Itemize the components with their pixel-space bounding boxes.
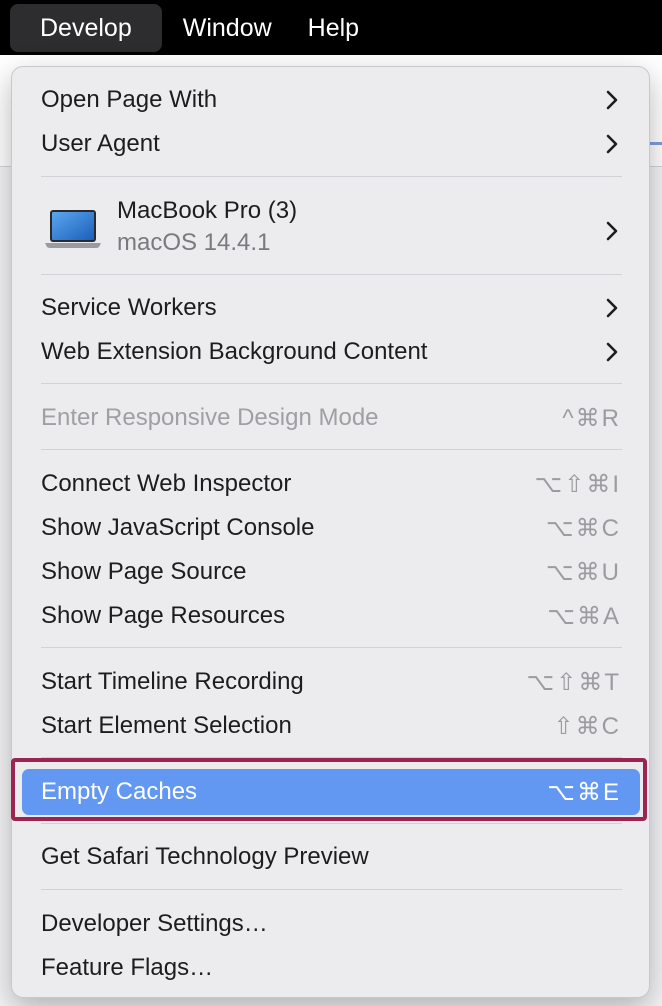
menu-item-user-agent[interactable]: User Agent (22, 123, 640, 165)
highlight-annotation-box (11, 758, 647, 821)
device-name: MacBook Pro (3) (117, 197, 298, 224)
menu-item-show-javascript-console[interactable]: Show JavaScript Console ⌥⌘C (22, 507, 640, 549)
separator (41, 176, 622, 177)
laptop-icon (45, 210, 101, 248)
menu-item-label: Enter Responsive Design Mode (41, 404, 379, 431)
menu-item-connect-web-inspector[interactable]: Connect Web Inspector ⌥⇧⌘I (22, 463, 640, 505)
separator (41, 449, 622, 450)
background-accent (648, 142, 662, 145)
menu-item-responsive-design-mode: Enter Responsive Design Mode ^⌘R (22, 397, 640, 439)
menu-item-device[interactable]: MacBook Pro (3) macOS 14.4.1 (22, 197, 640, 269)
chevron-right-icon (606, 134, 618, 154)
device-os: macOS 14.4.1 (117, 229, 271, 256)
menu-item-developer-settings[interactable]: Developer Settings… (22, 903, 640, 945)
separator (41, 647, 622, 648)
menu-bar: Develop Window Help (0, 0, 662, 55)
shortcut-label: ⌥⌘U (546, 558, 621, 586)
menu-item-show-page-source[interactable]: Show Page Source ⌥⌘U (22, 551, 640, 593)
menu-item-label: Developer Settings… (41, 910, 268, 937)
shortcut-label: ^⌘R (562, 404, 621, 432)
menu-item-show-page-resources[interactable]: Show Page Resources ⌥⌘A (22, 595, 640, 637)
menubar-help[interactable]: Help (293, 4, 374, 52)
shortcut-label: ⌥⌘A (547, 602, 621, 630)
menubar-develop[interactable]: Develop (10, 3, 162, 52)
menu-item-label: Show Page Resources (41, 602, 286, 629)
shortcut-label: ⌥⌘C (546, 514, 621, 542)
separator (41, 274, 622, 275)
menu-item-label: User Agent (41, 130, 160, 157)
shortcut-label: ⇧⌘C (553, 712, 621, 740)
separator (41, 823, 622, 824)
menu-item-get-safari-technology-preview[interactable]: Get Safari Technology Preview (22, 836, 640, 878)
menu-item-start-timeline-recording[interactable]: Start Timeline Recording ⌥⇧⌘T (22, 661, 640, 703)
shortcut-label: ⌥⇧⌘I (534, 470, 621, 498)
menu-item-web-extension-background[interactable]: Web Extension Background Content (22, 331, 640, 373)
menu-item-label: Show JavaScript Console (41, 514, 315, 541)
menu-item-start-element-selection[interactable]: Start Element Selection ⇧⌘C (22, 705, 640, 747)
menu-item-label: Get Safari Technology Preview (41, 843, 369, 870)
menu-item-label: Web Extension Background Content (41, 338, 428, 365)
menu-item-service-workers[interactable]: Service Workers (22, 287, 640, 329)
chevron-right-icon (606, 90, 618, 110)
separator (41, 383, 622, 384)
develop-menu: Open Page With User Agent MacBook Pro (3… (11, 66, 650, 998)
menu-item-open-page-with[interactable]: Open Page With (22, 79, 640, 121)
separator (41, 889, 622, 890)
menu-item-label: Start Timeline Recording (41, 668, 304, 695)
menu-item-label: Show Page Source (41, 558, 247, 585)
menu-item-label: Start Element Selection (41, 712, 292, 739)
chevron-right-icon (606, 298, 618, 318)
menu-item-label: Service Workers (41, 294, 217, 321)
chevron-right-icon (606, 342, 618, 362)
menu-item-feature-flags[interactable]: Feature Flags… (22, 947, 640, 989)
menu-item-label: Open Page With (41, 86, 218, 113)
chevron-right-icon (606, 221, 618, 241)
menu-item-label: Feature Flags… (41, 954, 214, 981)
menu-item-label: Connect Web Inspector (41, 470, 292, 497)
menubar-window[interactable]: Window (168, 4, 287, 52)
shortcut-label: ⌥⇧⌘T (526, 668, 621, 696)
